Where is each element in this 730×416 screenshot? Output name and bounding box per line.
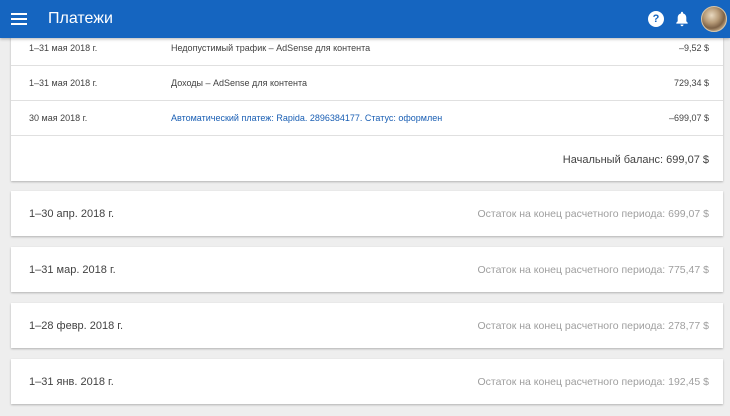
menu-icon	[11, 13, 27, 25]
period-date: 1–28 февр. 2018 г.	[29, 319, 124, 332]
period-date: 1–30 апр. 2018 г.	[29, 207, 115, 220]
bell-icon	[676, 11, 688, 27]
period-card-march[interactable]: 1–31 мар. 2018 г. Остаток на конец расче…	[11, 247, 723, 292]
transaction-amount: –9,52 $	[678, 42, 709, 53]
notifications-button[interactable]	[669, 0, 695, 38]
menu-button[interactable]	[0, 0, 38, 38]
help-button[interactable]: ?	[643, 0, 669, 38]
transactions-card: 1–31 мая 2018 г. Недопустимый трафик – A…	[11, 30, 723, 181]
period-card-february[interactable]: 1–28 февр. 2018 г. Остаток на конец расч…	[11, 303, 723, 348]
table-row: 30 мая 2018 г. Автоматический платеж: Ra…	[11, 101, 723, 136]
period-end-balance: Остаток на конец расчетного периода: 192…	[477, 375, 709, 388]
opening-balance-row: Начальный баланс: 699,07 $	[11, 135, 723, 181]
transaction-date: 30 мая 2018 г.	[29, 113, 88, 123]
period-end-balance: Остаток на конец расчетного периода: 775…	[477, 263, 709, 276]
payment-link[interactable]: Автоматический платеж: Rapida. 289638417…	[171, 113, 442, 123]
avatar[interactable]	[701, 6, 727, 32]
period-end-balance: Остаток на конец расчетного периода: 699…	[477, 207, 709, 220]
transaction-date: 1–31 мая 2018 г.	[29, 42, 98, 53]
transaction-description: Недопустимый трафик – AdSense для контен…	[171, 42, 371, 53]
period-date: 1–31 мар. 2018 г.	[29, 263, 116, 276]
app-bar: Платежи ?	[0, 0, 730, 38]
transaction-description: Доходы – AdSense для контента	[171, 78, 307, 88]
opening-balance: Начальный баланс: 699,07 $	[562, 154, 709, 166]
transaction-amount: –699,07 $	[668, 113, 709, 123]
period-card-april[interactable]: 1–30 апр. 2018 г. Остаток на конец расче…	[11, 191, 723, 236]
transaction-amount: 729,34 $	[673, 78, 709, 88]
period-end-balance: Остаток на конец расчетного периода: 278…	[477, 319, 709, 332]
page-title: Платежи	[48, 10, 113, 27]
help-icon: ?	[648, 11, 664, 27]
transaction-date: 1–31 мая 2018 г.	[29, 78, 98, 88]
period-card-january[interactable]: 1–31 янв. 2018 г. Остаток на конец расче…	[11, 359, 723, 404]
period-date: 1–31 янв. 2018 г.	[29, 375, 114, 388]
table-row: 1–31 мая 2018 г. Доходы – AdSense для ко…	[11, 66, 723, 101]
